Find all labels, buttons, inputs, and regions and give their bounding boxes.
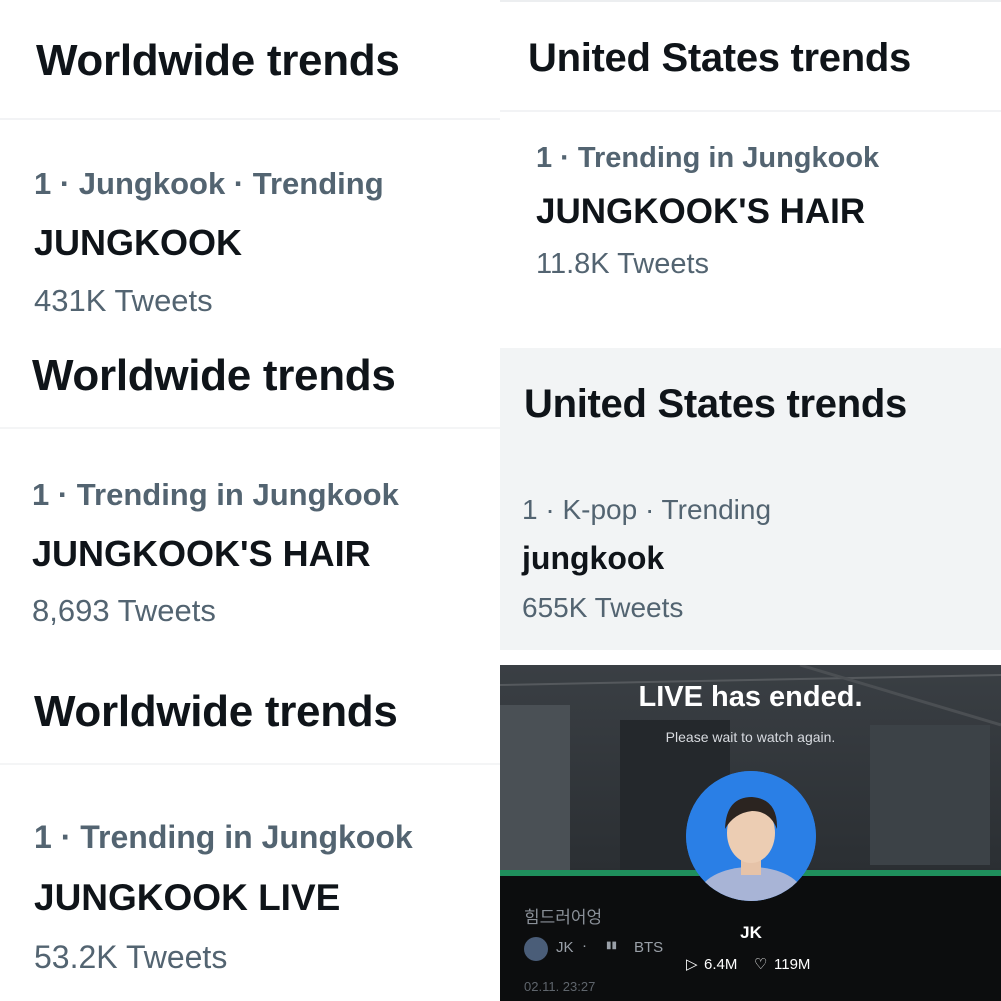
worldwide-trends-panel-1: Worldwide trends 1 · Jungkook · Trending… bbox=[0, 0, 500, 335]
panel-heading: United States trends bbox=[524, 382, 907, 426]
like-count: 119M bbox=[774, 956, 811, 973]
panel-heading: Worldwide trends bbox=[32, 351, 396, 400]
panel-heading: Worldwide trends bbox=[34, 687, 398, 736]
worldwide-trends-panel-2: Worldwide trends 1 · Trending in Jungkoo… bbox=[0, 335, 500, 665]
chip-username: JK bbox=[556, 939, 574, 956]
play-icon: ▷ bbox=[686, 956, 698, 973]
live-ended-video-panel: LIVE has ended. Please wait to watch aga… bbox=[500, 665, 1001, 1001]
tweet-count: 655K Tweets bbox=[522, 592, 684, 623]
timestamp: 02.11. 23:27 bbox=[524, 979, 596, 994]
trend-meta: 1 · Trending in Jungkook bbox=[34, 819, 413, 855]
mini-avatar bbox=[524, 937, 548, 961]
trend-meta: 1 · Jungkook · Trending bbox=[34, 166, 384, 201]
trend-name[interactable]: JUNGKOOK bbox=[34, 222, 242, 264]
live-ended-title: LIVE has ended. bbox=[638, 681, 863, 713]
divider bbox=[0, 118, 500, 120]
us-trends-panel-2: United States trends 1 · K-pop · Trendin… bbox=[500, 348, 1001, 650]
tweet-count: 11.8K Tweets bbox=[536, 248, 710, 280]
tweet-count: 431K Tweets bbox=[34, 283, 213, 318]
trend-meta: 1 · Trending in Jungkook bbox=[536, 142, 880, 174]
trend-name[interactable]: JUNGKOOK LIVE bbox=[34, 877, 340, 919]
panel-heading: United States trends bbox=[528, 36, 911, 80]
play-count: 6.4M bbox=[704, 956, 738, 973]
trend-name[interactable]: JUNGKOOK'S HAIR bbox=[536, 192, 865, 232]
worldwide-trends-panel-3: Worldwide trends 1 · Trending in Jungkoo… bbox=[0, 665, 500, 1001]
bts-logo-icon: ▮▮ bbox=[606, 940, 618, 951]
panel-heading: Worldwide trends bbox=[36, 36, 400, 85]
live-ended-subtitle: Please wait to watch again. bbox=[665, 729, 836, 745]
chip-group: BTS bbox=[634, 939, 664, 956]
chip-separator-dot: · bbox=[582, 937, 587, 954]
heart-icon: ♡ bbox=[754, 956, 768, 973]
trend-name[interactable]: jungkook bbox=[522, 540, 664, 577]
divider bbox=[0, 763, 500, 765]
divider bbox=[500, 110, 1001, 112]
us-trends-panel-1: United States trends 1 · Trending in Jun… bbox=[500, 0, 1001, 347]
tweet-count: 53.2K Tweets bbox=[34, 939, 228, 975]
channel-title: 힘드러어엉 bbox=[524, 908, 603, 927]
avatar-portrait-image bbox=[686, 771, 816, 901]
tweet-count: 8,693 Tweets bbox=[32, 593, 216, 628]
profile-avatar[interactable] bbox=[686, 771, 816, 901]
trend-meta: 1 · K-pop · Trending bbox=[522, 494, 772, 525]
divider bbox=[0, 427, 500, 429]
live-username: JK bbox=[740, 923, 762, 942]
trend-meta: 1 · Trending in Jungkook bbox=[32, 477, 399, 512]
trend-name[interactable]: JUNGKOOK'S HAIR bbox=[32, 533, 371, 575]
